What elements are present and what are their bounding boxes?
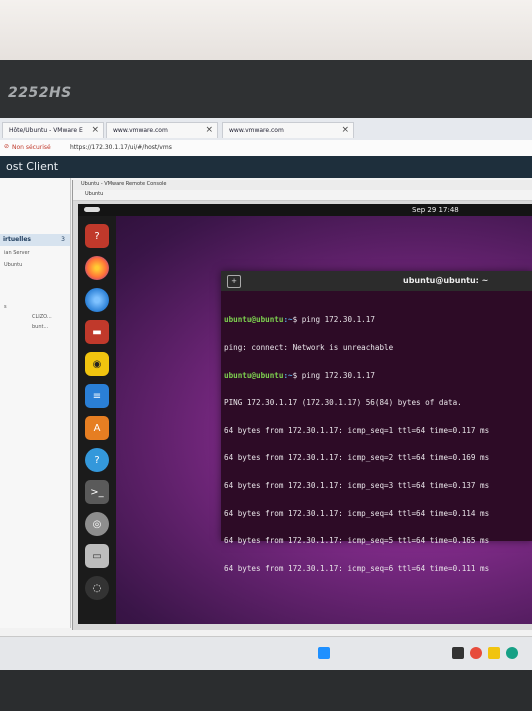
terminal-line: ping: connect: Network is unreachable [224, 343, 394, 353]
terminal-line: 64 bytes from 172.30.1.17: icmp_seq=5 tt… [224, 536, 490, 546]
close-icon[interactable]: × [91, 125, 99, 135]
host-client-navigator: irtuelles 3 ian Server Ubuntu s CLIZO...… [0, 178, 71, 628]
security-warning-icon: ⊘ [4, 143, 10, 150]
nav-section-vms[interactable]: irtuelles 3 [0, 234, 70, 246]
browser-tab-vmware-2[interactable]: www.vmware.com × [222, 122, 354, 138]
edge-icon[interactable] [506, 647, 518, 659]
app-center-icon[interactable]: A [85, 416, 109, 440]
nav-section-count: 3 [61, 236, 65, 243]
browser-tab-vmware-1[interactable]: www.vmware.com × [106, 122, 218, 138]
writer-icon[interactable]: ≡ [85, 384, 109, 408]
terminal-line: 64 bytes from 172.30.1.17: icmp_seq=1 tt… [224, 425, 490, 435]
terminal-line: 64 bytes from 172.30.1.17: icmp_seq=6 tt… [224, 563, 490, 573]
windows-taskbar [0, 636, 532, 670]
monitor-bezel-bottom [0, 670, 532, 711]
activities-button[interactable] [84, 207, 100, 212]
search-icon[interactable] [452, 647, 464, 659]
tab-label: www.vmware.com [229, 127, 284, 134]
gnome-top-bar: Sep 29 17:48 [78, 204, 532, 216]
console-tab-label[interactable]: Ubuntu [85, 191, 103, 197]
firefox-icon[interactable] [85, 256, 109, 280]
console-title: Ubuntu - VMware Remote Console [81, 181, 167, 187]
browser-tab-strip: Hôte/Ubuntu - VMware E × www.vmware.com × … [0, 118, 532, 140]
monitor-bezel-top [0, 60, 532, 120]
terminal-line: 64 bytes from 172.30.1.17: icmp_seq=4 tt… [224, 508, 490, 518]
ubuntu-dock: ? ▬ ◉ ≡ A ? >_ ◎ ▭ ◌ [78, 216, 116, 624]
tab-label: Hôte/Ubuntu - VMware E [9, 127, 83, 134]
rhythmbox-icon[interactable]: ◉ [85, 352, 109, 376]
terminal-line: 64 bytes from 172.30.1.17: icmp_seq=3 tt… [224, 481, 490, 491]
files-icon[interactable]: ▬ [85, 320, 109, 344]
vm-console-window: Ubuntu - VMware Remote Console Ubuntu Se… [72, 180, 532, 630]
url-text[interactable]: https://172.30.1.17/ui/#/host/vms [70, 144, 172, 151]
address-bar[interactable]: ⊘ Non sécurisé https://172.30.1.17/ui/#/… [0, 140, 532, 157]
host-client-header: ost Client [0, 156, 532, 178]
nav-section-label: irtuelles [3, 236, 31, 243]
nav-item[interactable]: s [4, 304, 7, 310]
help-icon[interactable]: ? [85, 224, 109, 248]
trash-icon[interactable]: ▭ [85, 544, 109, 568]
console-tabbar: Ubuntu [73, 190, 532, 201]
nav-item[interactable]: bunt... [32, 324, 48, 330]
terminal-line: ubuntu@ubuntu:~$ ping 172.30.1.17 [224, 370, 375, 380]
ubuntu-desktop: Sep 29 17:48 ? ▬ ◉ ≡ A ? >_ ◎ ▭ ◌ + ubun… [78, 204, 532, 624]
terminal-line: ubuntu@ubuntu:~$ ping 172.30.1.17 [224, 315, 375, 325]
terminal-title: ubuntu@ubuntu: ~ [403, 276, 489, 285]
close-icon[interactable]: × [341, 125, 349, 135]
terminal-window[interactable]: + ubuntu@ubuntu: ~ ubuntu@ubuntu:~$ ping… [221, 271, 532, 573]
monitor-brand-label: 2252HS [8, 85, 72, 101]
chrome-icon[interactable] [470, 647, 482, 659]
help-center-icon[interactable]: ? [85, 448, 109, 472]
terminal-line: PING 172.30.1.17 (172.30.1.17) 56(84) by… [224, 398, 462, 408]
thunderbird-icon[interactable] [85, 288, 109, 312]
windows-screen: Hôte/Ubuntu - VMware E × www.vmware.com × … [0, 118, 532, 670]
nav-item[interactable]: Ubuntu [4, 262, 22, 268]
terminal-output[interactable]: ubuntu@ubuntu:~$ ping 172.30.1.17 ping: … [224, 297, 529, 592]
nav-item[interactable]: ian Server [4, 250, 30, 256]
start-icon[interactable] [318, 647, 330, 659]
clock[interactable]: Sep 29 17:48 [412, 206, 459, 214]
close-icon[interactable]: × [205, 125, 213, 135]
app-title: ost Client [6, 160, 59, 173]
nav-item[interactable]: CLIZO... [32, 314, 52, 320]
new-tab-icon[interactable]: + [227, 275, 241, 288]
dvd-icon[interactable]: ◎ [85, 512, 109, 536]
folder-icon[interactable] [488, 647, 500, 659]
terminal-headerbar: + ubuntu@ubuntu: ~ [221, 271, 532, 291]
tab-label: www.vmware.com [113, 127, 168, 134]
terminal-icon[interactable]: >_ [85, 480, 109, 504]
ubuntu-logo-icon[interactable]: ◌ [85, 576, 109, 600]
terminal-line: 64 bytes from 172.30.1.17: icmp_seq=2 tt… [224, 453, 490, 463]
browser-tab-host-client[interactable]: Hôte/Ubuntu - VMware E × [2, 122, 104, 138]
security-label: Non sécurisé [12, 144, 51, 151]
